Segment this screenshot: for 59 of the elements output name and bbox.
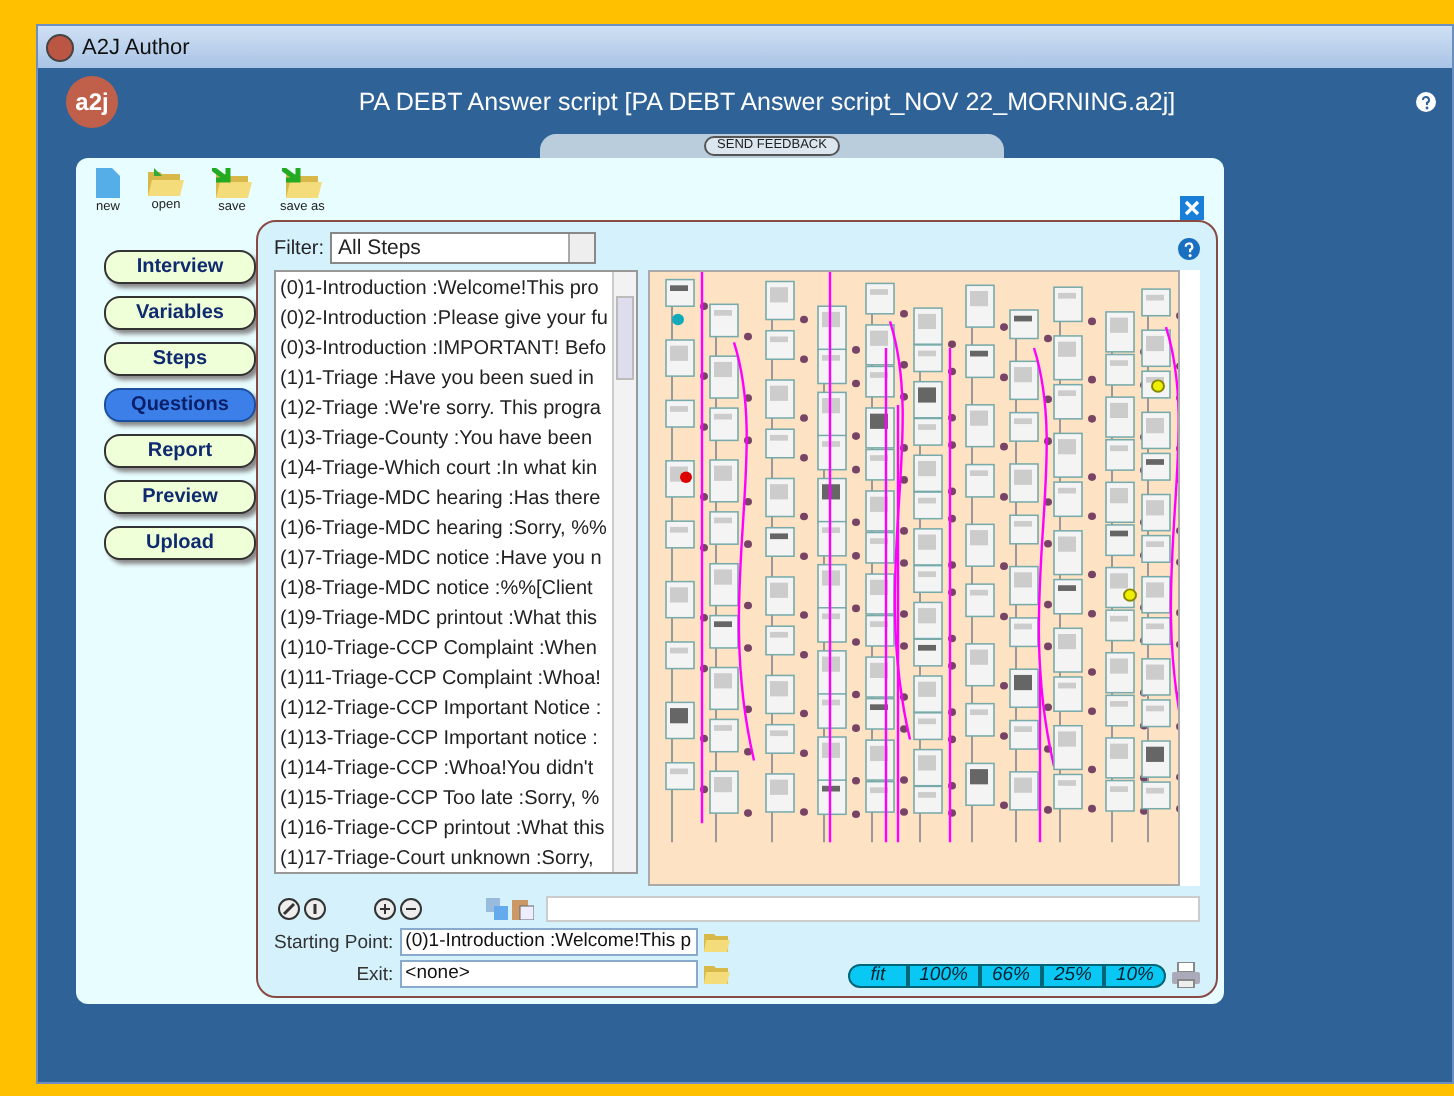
copy-icon[interactable] <box>486 897 508 919</box>
zoom-button[interactable]: 66% <box>979 963 1042 987</box>
remove-icon[interactable] <box>400 897 422 919</box>
exit-field[interactable]: <none> <box>399 960 698 988</box>
nav-button[interactable]: Upload <box>104 526 256 560</box>
add-icon[interactable] <box>374 897 396 919</box>
question-item[interactable]: (1)11-Triage-CCP Complaint :Whoa! <box>280 664 608 694</box>
question-item[interactable]: (1)4-Triage-Which court :In what kin <box>280 454 608 484</box>
logo: a2j <box>66 75 118 127</box>
question-item[interactable]: (1)9-Triage-MDC printout :What this <box>280 604 608 634</box>
question-item[interactable]: (1)13-Triage-CCP Important notice : <box>280 724 608 754</box>
question-item[interactable]: (1)3-Triage-County :You have been <box>280 424 608 454</box>
scrollbar-track[interactable] <box>546 895 1200 921</box>
scrollbar-thumb[interactable] <box>615 296 634 380</box>
folder-icon <box>148 168 184 196</box>
zoom-button[interactable]: 25% <box>1041 963 1104 987</box>
printer-icon[interactable] <box>1171 962 1200 988</box>
document-title: PA DEBT Answer script [PA DEBT Answer script_NOV 22_MORNING.a2j] <box>356 87 1178 115</box>
question-item[interactable]: (1)12-Triage-CCP Important Notice : <box>280 694 608 724</box>
close-button[interactable] <box>1180 196 1204 220</box>
info-icon[interactable] <box>304 897 326 919</box>
zoom-button[interactable]: fit <box>848 963 908 987</box>
question-item[interactable]: (1)16-Triage-CCP printout :What this <box>280 814 608 844</box>
help-icon[interactable] <box>1416 91 1436 111</box>
question-item[interactable]: (0)1-Introduction :Welcome!This pro <box>280 274 608 304</box>
nav-button[interactable]: Questions <box>104 388 256 422</box>
nav-button[interactable]: Steps <box>104 342 256 376</box>
question-item[interactable]: (1)6-Triage-MDC hearing :Sorry, %% <box>280 514 608 544</box>
document-icon <box>96 168 120 198</box>
question-item[interactable]: (1)5-Triage-MDC hearing :Has there <box>280 484 608 514</box>
starting-point-field[interactable]: (0)1-Introduction :Welcome!This p <box>399 928 698 956</box>
filter-label: Filter: <box>274 237 324 259</box>
paste-icon[interactable] <box>512 897 534 919</box>
question-item[interactable]: (0)3-Introduction :IMPORTANT! Befo <box>280 334 608 364</box>
nav-button[interactable]: Variables <box>104 296 256 330</box>
nav-button[interactable]: Report <box>104 434 256 468</box>
folder-arrow-icon <box>212 168 252 198</box>
edit-icon[interactable] <box>278 897 300 919</box>
zoom-button[interactable]: 100% <box>907 963 980 987</box>
question-item[interactable]: (1)17-Triage-Court unknown :Sorry, <box>280 844 608 874</box>
nav-button[interactable]: Interview <box>104 250 256 284</box>
zoom-button[interactable]: 10% <box>1103 963 1166 987</box>
question-item[interactable]: (1)10-Triage-CCP Complaint :When <box>280 634 608 664</box>
scrollbar-track[interactable] <box>1179 270 1200 886</box>
help-icon[interactable] <box>1177 237 1200 259</box>
question-item[interactable]: (1)14-Triage-CCP :Whoa!You didn't <box>280 754 608 784</box>
question-item[interactable]: (1)15-Triage-CCP Too late :Sorry, % <box>280 784 608 814</box>
question-item[interactable]: (1)8-Triage-MDC notice :%%[Client <box>280 574 608 604</box>
filter-dropdown[interactable]: All Steps <box>330 232 596 264</box>
window-title: A2J Author <box>82 35 190 59</box>
question-item[interactable]: (0)2-Introduction :Please give your fu <box>280 304 608 334</box>
app-icon <box>46 33 74 61</box>
question-item[interactable]: (1)2-Triage :We're sorry. This progra <box>280 394 608 424</box>
nav-button[interactable]: Preview <box>104 480 256 514</box>
exit-label: Exit: <box>354 963 394 985</box>
folder-arrow-icon <box>282 168 323 198</box>
starting-point-label: Starting Point: <box>274 931 394 953</box>
question-item[interactable]: (1)7-Triage-MDC notice :Have you n <box>280 544 608 574</box>
question-item[interactable]: (1)1-Triage :Have you been sued in <box>280 364 608 394</box>
